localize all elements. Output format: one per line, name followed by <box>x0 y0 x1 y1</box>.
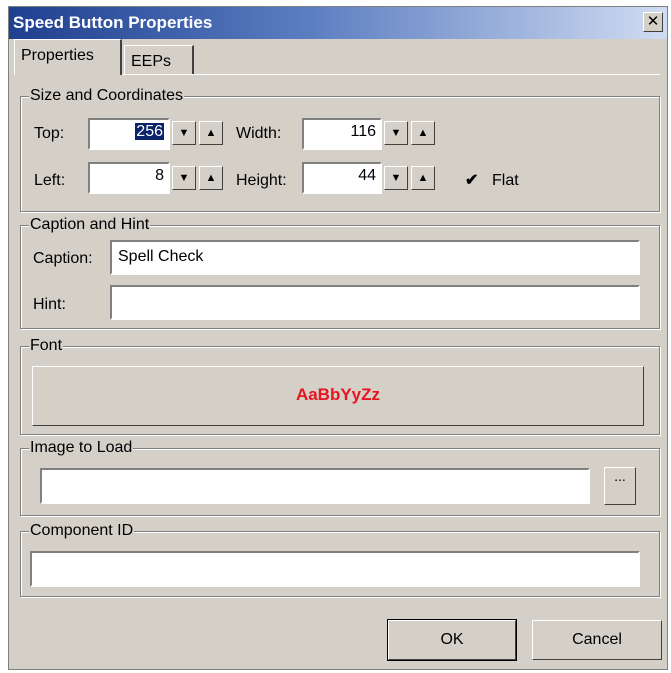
ok-button[interactable]: OK <box>387 619 517 661</box>
font-preview-text: AaBbYyZz <box>295 385 381 404</box>
caption-hint-legend: Caption and Hint <box>29 216 151 234</box>
down-arrow-icon: ▼ <box>390 127 402 139</box>
left-input[interactable]: 8 <box>88 162 170 194</box>
cancel-button[interactable]: Cancel <box>532 620 662 660</box>
width-value: 116 <box>350 123 376 140</box>
image-load-legend: Image to Load <box>29 439 134 457</box>
top-up-button[interactable]: ▲ <box>199 121 223 145</box>
title-bar: Speed Button Properties ✕ <box>9 7 667 39</box>
up-arrow-icon: ▲ <box>205 127 217 139</box>
checkmark-icon: ✔ <box>465 172 479 189</box>
component-id-legend: Component ID <box>29 522 135 540</box>
browse-image-button[interactable]: ... <box>604 467 636 505</box>
left-value: 8 <box>155 167 164 184</box>
width-down-button[interactable]: ▼ <box>384 121 408 145</box>
flat-checkbox[interactable]: ✔ <box>465 172 479 189</box>
height-down-button[interactable]: ▼ <box>384 166 408 190</box>
up-arrow-icon: ▲ <box>417 127 429 139</box>
down-arrow-icon: ▼ <box>390 172 402 184</box>
cancel-label: Cancel <box>572 631 622 648</box>
up-arrow-icon: ▲ <box>417 172 429 184</box>
close-button[interactable]: ✕ <box>643 12 663 32</box>
top-input[interactable]: 256 <box>88 118 170 150</box>
height-value: 44 <box>358 167 376 184</box>
component-id-input[interactable] <box>30 551 640 587</box>
image-path-input[interactable] <box>40 468 590 504</box>
left-up-button[interactable]: ▲ <box>199 166 223 190</box>
height-label: Height: <box>236 172 287 189</box>
size-coordinates-group: Size and Coordinates <box>20 87 660 212</box>
caption-label: Caption: <box>33 250 93 267</box>
left-label: Left: <box>34 172 66 189</box>
tab-properties-label: Properties <box>21 47 94 64</box>
tab-eeps[interactable]: EEPs <box>124 45 194 75</box>
window-title: Speed Button Properties <box>13 13 213 32</box>
down-arrow-icon: ▼ <box>178 127 190 139</box>
tab-eeps-label: EEPs <box>131 53 172 70</box>
font-preview-button[interactable]: AaBbYyZz <box>32 366 644 426</box>
width-input[interactable]: 116 <box>302 118 382 150</box>
hint-label: Hint: <box>33 296 66 313</box>
width-up-button[interactable]: ▲ <box>411 121 435 145</box>
down-arrow-icon: ▼ <box>178 172 190 184</box>
font-legend: Font <box>29 337 64 355</box>
caption-input[interactable]: Spell Check <box>110 240 640 275</box>
top-label: Top: <box>34 125 65 142</box>
width-label: Width: <box>236 125 282 142</box>
top-value: 256 <box>135 123 164 140</box>
left-down-button[interactable]: ▼ <box>172 166 196 190</box>
flat-label: Flat <box>492 172 519 189</box>
caption-value: Spell Check <box>118 248 204 265</box>
hint-input[interactable] <box>110 285 640 320</box>
top-down-button[interactable]: ▼ <box>172 121 196 145</box>
up-arrow-icon: ▲ <box>205 172 217 184</box>
ellipsis-icon: ... <box>614 468 626 484</box>
size-coordinates-legend: Size and Coordinates <box>29 87 184 105</box>
height-up-button[interactable]: ▲ <box>411 166 435 190</box>
close-icon: ✕ <box>646 13 660 30</box>
height-input[interactable]: 44 <box>302 162 382 194</box>
tab-properties[interactable]: Properties <box>14 39 122 75</box>
ok-label: OK <box>440 631 464 648</box>
